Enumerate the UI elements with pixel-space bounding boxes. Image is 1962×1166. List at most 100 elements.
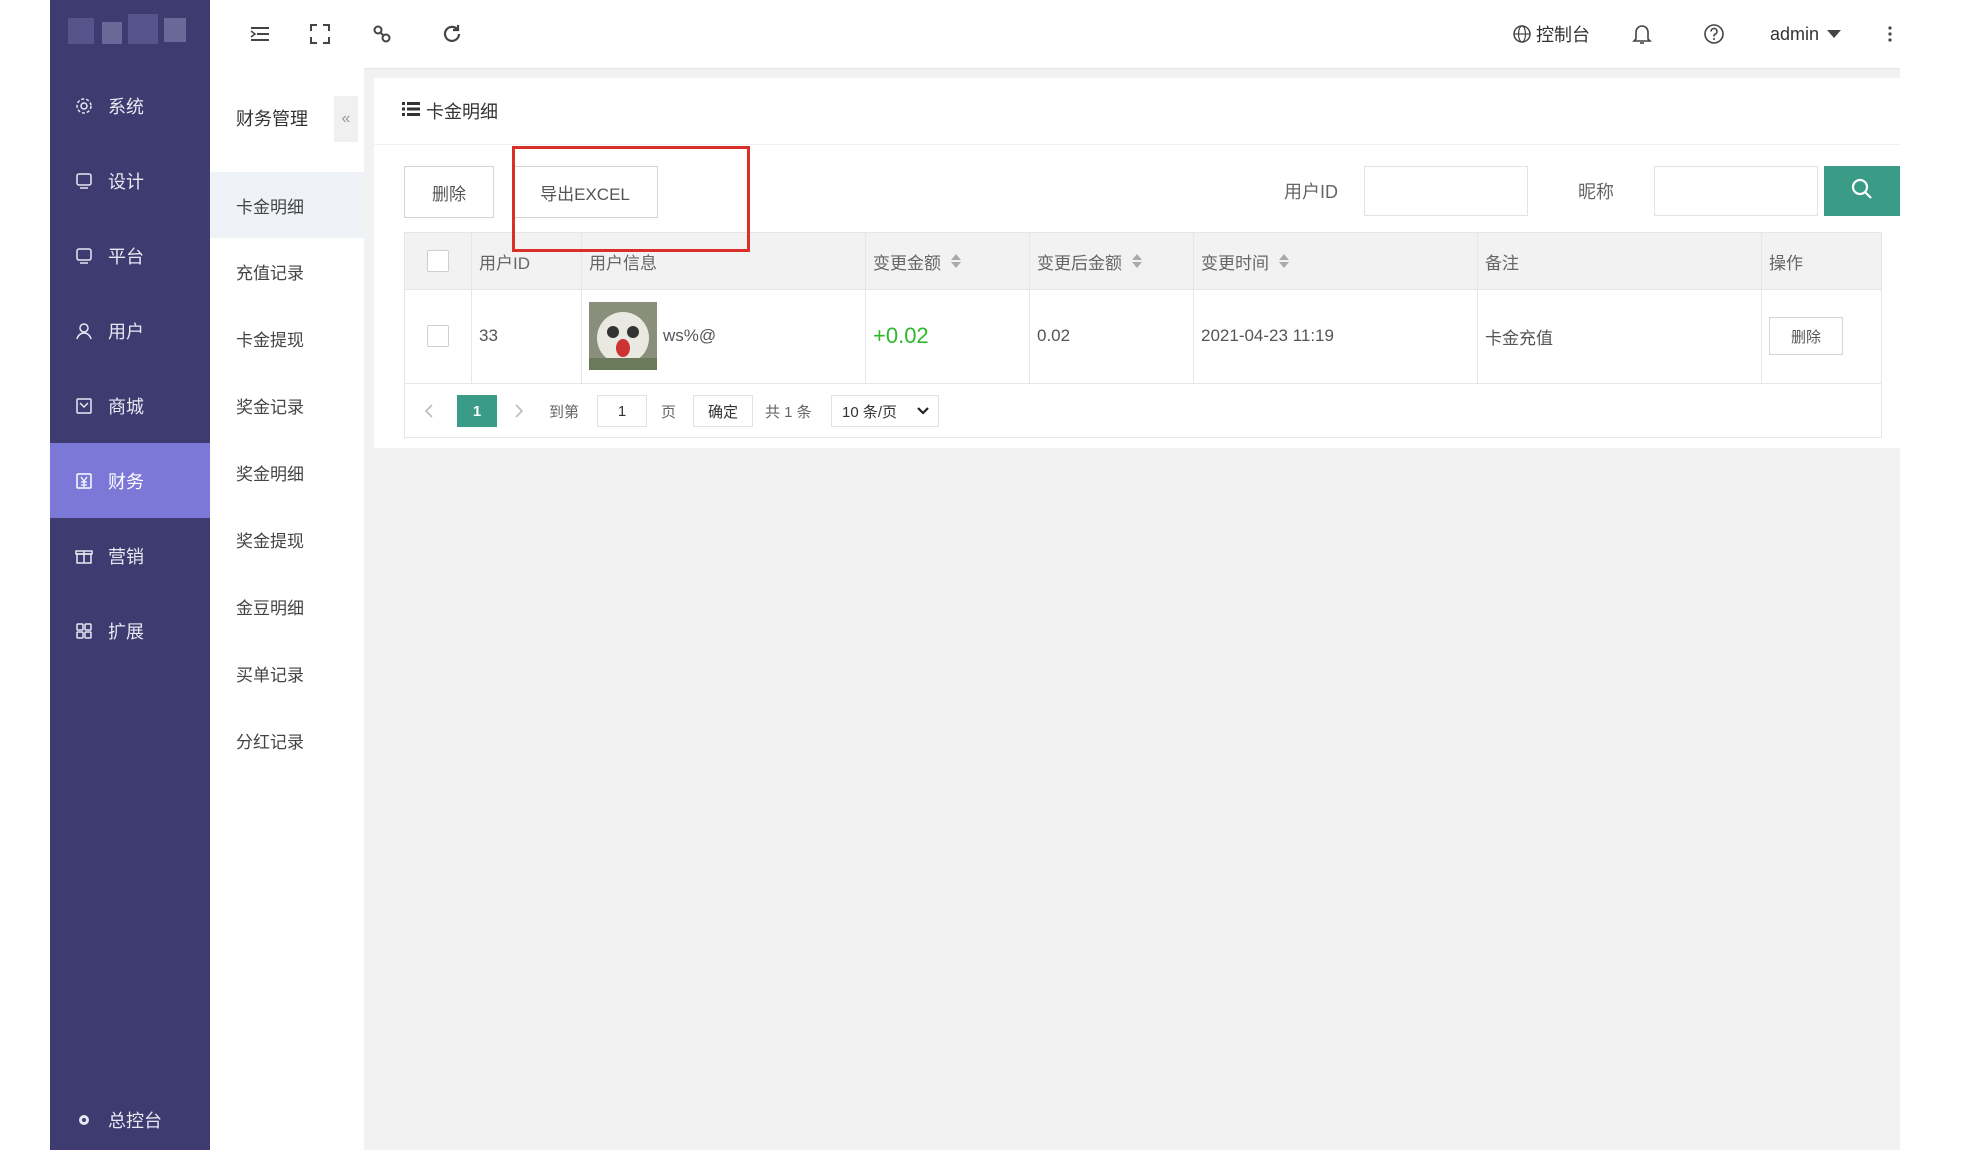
col-time[interactable]: 变更时间 xyxy=(1193,233,1289,289)
sidebar-item-system[interactable]: 系统 xyxy=(50,68,210,143)
subnav-item[interactable]: 充值记录 xyxy=(210,238,364,304)
col-action: 操作 xyxy=(1769,253,1803,273)
avatar xyxy=(589,302,657,370)
col-amount-label: 变更金额 xyxy=(873,253,941,273)
username: admin xyxy=(1770,23,1820,44)
highlight-box xyxy=(512,146,750,252)
page-title-text: 卡金明细 xyxy=(426,102,498,122)
pagination: 1 到第 1 页 确定 共 1 条 10 条/页 xyxy=(405,383,1881,437)
sidebar-item-label: 设计 xyxy=(108,171,144,192)
goto-label: 到第 xyxy=(549,403,580,421)
main-panel: 卡金明细 删除 导出EXCEL 用户ID 昵称 用户ID 用户信息 变更金额 变… xyxy=(374,78,1900,448)
sidebar-item-platform[interactable]: 平台 xyxy=(50,218,210,293)
cell-time: 2021-04-23 11:19 xyxy=(1201,326,1334,345)
fullscreen-icon[interactable] xyxy=(306,20,334,48)
sidebar-item-label: 系统 xyxy=(108,96,144,117)
subnav-item[interactable]: 分红记录 xyxy=(210,707,364,773)
sort-icon[interactable] xyxy=(951,254,961,268)
console-link[interactable]: 控制台 xyxy=(1536,0,1590,68)
link-icon[interactable] xyxy=(368,20,396,48)
subnav-item[interactable]: 奖金明细 xyxy=(210,439,364,505)
app-window: 系统 设计 平台 用户 商城 财务 营销 扩展 总控台 控制台 admin 财务… xyxy=(50,0,1900,1150)
subnav-item[interactable]: 金豆明细 xyxy=(210,573,364,639)
cell-nickname: ws%@ xyxy=(663,326,717,345)
cell-amount: +0.02 xyxy=(865,289,929,383)
subnav-item[interactable]: 卡金明细 xyxy=(210,172,364,238)
userid-input[interactable] xyxy=(1364,166,1528,216)
monitor-icon xyxy=(74,171,94,191)
page-current[interactable]: 1 xyxy=(457,395,497,427)
more-icon[interactable] xyxy=(1876,20,1900,48)
subnav-item[interactable]: 买单记录 xyxy=(210,640,364,706)
user-menu[interactable]: admin xyxy=(1770,0,1842,68)
user-icon xyxy=(74,321,94,341)
monitor-icon xyxy=(74,246,94,266)
logo xyxy=(50,0,210,70)
search-button[interactable] xyxy=(1824,166,1900,216)
gear-icon xyxy=(74,96,94,116)
sidebar-item-label: 财务 xyxy=(108,471,144,492)
row-checkbox[interactable] xyxy=(427,325,449,347)
menu-toggle-icon[interactable] xyxy=(246,20,274,48)
gift-icon xyxy=(74,546,94,566)
row-delete-button[interactable]: 删除 xyxy=(1769,317,1843,355)
list-icon xyxy=(402,101,420,122)
sidebar-item-finance[interactable]: 财务 xyxy=(50,443,210,518)
primary-sidebar: 系统 设计 平台 用户 商城 财务 营销 扩展 总控台 xyxy=(50,0,210,1150)
select-all-cell xyxy=(419,233,449,289)
page-unit-label: 页 xyxy=(661,403,677,421)
nickname-input[interactable] xyxy=(1654,166,1818,216)
search-icon xyxy=(1850,177,1874,206)
delete-button[interactable]: 删除 xyxy=(404,166,494,218)
caret-down-icon xyxy=(1827,30,1842,38)
col-amount[interactable]: 变更金额 xyxy=(865,233,961,289)
page-size-value: 10 条/页 xyxy=(842,403,898,421)
check-square-icon xyxy=(74,396,94,416)
row-select-cell xyxy=(419,289,449,383)
prev-page-icon[interactable] xyxy=(423,395,435,427)
secondary-sidebar: 财务管理 « 卡金明细 充值记录 卡金提现 奖金记录 奖金明细 奖金提现 金豆明… xyxy=(210,68,364,1150)
sidebar-item-label: 扩展 xyxy=(108,621,144,642)
page-title: 卡金明细 xyxy=(402,78,498,144)
finance-icon xyxy=(74,471,94,491)
sidebar-item-extension[interactable]: 扩展 xyxy=(50,593,210,668)
sidebar-item-console[interactable]: 总控台 xyxy=(50,1090,210,1150)
sidebar-item-label: 营销 xyxy=(108,546,144,567)
refresh-icon[interactable] xyxy=(438,20,466,48)
sidebar-item-user[interactable]: 用户 xyxy=(50,293,210,368)
sidebar-bottom-label: 总控台 xyxy=(108,1111,162,1131)
col-after[interactable]: 变更后金额 xyxy=(1029,233,1142,289)
sort-icon[interactable] xyxy=(1132,254,1142,268)
col-after-label: 变更后金额 xyxy=(1037,253,1122,273)
nickname-label: 昵称 xyxy=(1578,182,1614,202)
select-all-checkbox[interactable] xyxy=(427,250,449,272)
col-note: 备注 xyxy=(1485,253,1519,273)
sidebar-item-design[interactable]: 设计 xyxy=(50,143,210,218)
cell-action: 删除 xyxy=(1761,289,1843,383)
globe-icon xyxy=(1508,20,1536,48)
subnav-item[interactable]: 奖金记录 xyxy=(210,372,364,438)
cell-user-info: ws%@ xyxy=(581,289,716,383)
col-time-label: 变更时间 xyxy=(1201,253,1269,273)
amount-value: +0.02 xyxy=(873,323,929,348)
help-icon[interactable] xyxy=(1700,20,1728,48)
goto-confirm-button[interactable]: 确定 xyxy=(693,395,753,427)
divider xyxy=(374,144,1900,145)
goto-page-input[interactable]: 1 xyxy=(597,395,647,427)
gear-icon xyxy=(74,1110,94,1130)
subnav-item[interactable]: 奖金提现 xyxy=(210,506,364,572)
sidebar-item-marketing[interactable]: 营销 xyxy=(50,518,210,593)
top-bar: 控制台 admin xyxy=(210,0,1900,69)
cell-user-id: 33 xyxy=(479,326,498,345)
collapse-button[interactable]: « xyxy=(334,96,358,142)
sidebar-item-label: 用户 xyxy=(108,321,144,342)
sidebar-item-mall[interactable]: 商城 xyxy=(50,368,210,443)
page-size-select[interactable]: 10 条/页 xyxy=(831,395,939,427)
chevron-down-icon xyxy=(916,404,930,422)
subnav-item[interactable]: 卡金提现 xyxy=(210,305,364,371)
sidebar-item-label: 商城 xyxy=(108,396,144,417)
next-page-icon[interactable] xyxy=(513,395,525,427)
sort-icon[interactable] xyxy=(1279,254,1289,268)
bell-icon[interactable] xyxy=(1628,20,1656,48)
grid-icon xyxy=(74,621,94,641)
